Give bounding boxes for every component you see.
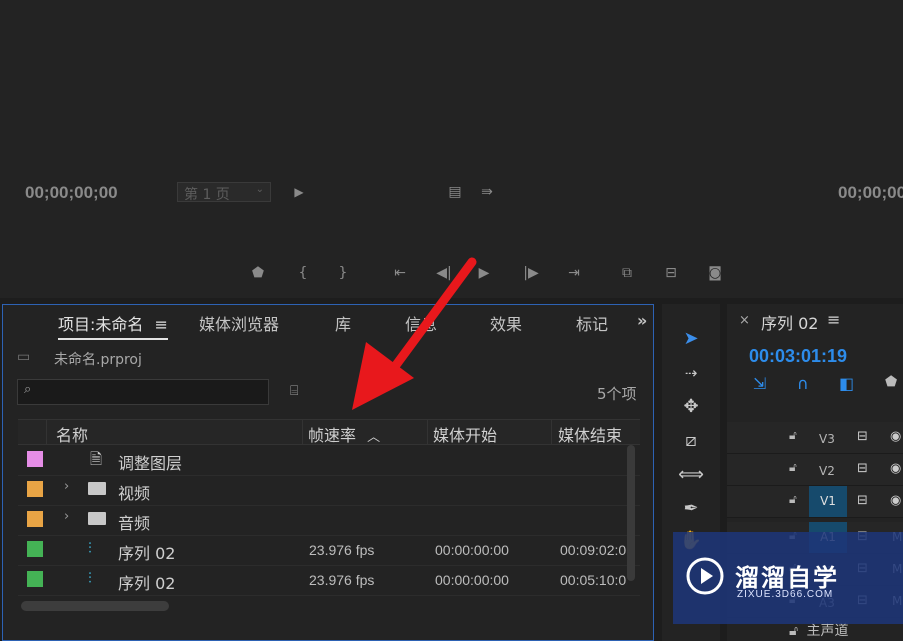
annotation-arrow (0, 0, 903, 641)
